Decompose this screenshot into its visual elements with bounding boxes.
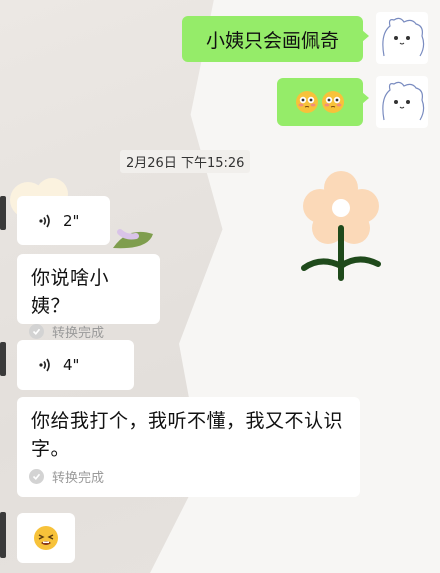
voice-message-bubble[interactable]: 4" (17, 340, 134, 390)
transcribe-status-label: 转换完成 (52, 471, 105, 486)
voice-transcript-bubble[interactable]: 你给我打个，我听不懂，我又不认识字。 转换完成 (17, 397, 360, 497)
transcribe-status-label: 转换完成 (52, 326, 105, 341)
transcribe-status: 转换完成 (17, 322, 160, 341)
flushed-face-icon (296, 91, 318, 113)
transcript-text: 你给我打个，我听不懂，我又不认识字。 (31, 410, 344, 460)
voice-transcript-bubble[interactable]: 你说啥小姨？ 转换完成 (17, 254, 160, 341)
incoming-emoji-bubble[interactable] (17, 513, 75, 563)
contact-avatar-edge[interactable] (0, 342, 6, 376)
bear-avatar-icon (382, 81, 425, 121)
check-circle-icon (29, 469, 44, 484)
flower-sticker-decoration (301, 171, 381, 281)
flushed-face-icon (322, 91, 344, 113)
self-avatar[interactable] (376, 12, 428, 64)
tired-face-icon (34, 526, 58, 550)
outgoing-text-bubble[interactable]: 小姨只会画佩奇 (182, 16, 369, 62)
contact-avatar-edge[interactable] (0, 512, 6, 558)
voice-wave-icon (39, 358, 50, 372)
voice-wave-icon (39, 214, 50, 227)
message-timestamp: 2月26日 下午15:26 (120, 150, 251, 173)
voice-duration: 4" (63, 356, 80, 374)
outgoing-emoji-bubble[interactable] (277, 78, 369, 126)
bear-avatar-icon (382, 17, 425, 57)
contact-avatar-edge[interactable] (0, 196, 6, 230)
self-avatar[interactable] (376, 76, 428, 128)
voice-duration: 2" (63, 211, 80, 230)
outgoing-text: 小姨只会画佩奇 (205, 29, 339, 52)
voice-message-bubble[interactable]: 2" (17, 196, 110, 245)
transcribe-status: 转换完成 (17, 467, 360, 486)
transcript-text: 你说啥小姨？ (31, 267, 110, 317)
check-circle-icon (29, 324, 44, 339)
